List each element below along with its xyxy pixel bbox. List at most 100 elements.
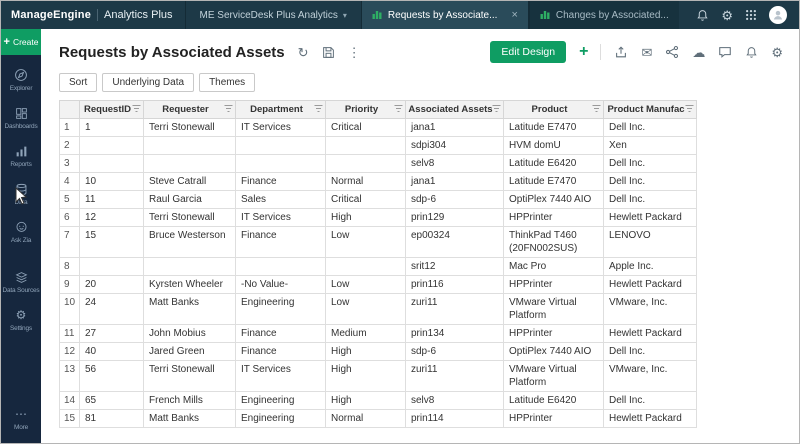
table-cell[interactable] xyxy=(325,154,406,173)
table-cell[interactable]: Terri Stonewall xyxy=(143,208,236,227)
table-cell[interactable]: zuri11 xyxy=(405,293,504,325)
table-cell[interactable]: Matt Banks xyxy=(143,293,236,325)
table-cell[interactable]: Sales xyxy=(235,190,326,209)
table-cell[interactable]: John Mobius xyxy=(143,324,236,343)
table-cell[interactable] xyxy=(143,257,236,276)
table-cell[interactable]: Normal xyxy=(325,172,406,191)
table-cell[interactable]: Latitude E6420 xyxy=(503,391,604,410)
column-filter-icon[interactable] xyxy=(224,104,233,115)
column-header[interactable]: Requester xyxy=(143,100,236,119)
table-cell[interactable]: 56 xyxy=(79,360,144,392)
table-cell[interactable] xyxy=(325,257,406,276)
refresh-icon[interactable]: ↻ xyxy=(298,46,309,59)
table-cell[interactable]: IT Services xyxy=(235,360,326,392)
sidebar-item-reports[interactable]: Reports xyxy=(1,137,41,175)
sidebar-item-data-sources[interactable]: Data Sources xyxy=(1,263,41,301)
user-avatar[interactable] xyxy=(769,6,787,24)
table-cell[interactable]: High xyxy=(325,208,406,227)
create-button[interactable]: + Create xyxy=(1,29,41,55)
sidebar-item-more[interactable]: ⋯ More xyxy=(1,400,41,438)
settings-gear-icon[interactable]: ⚙ xyxy=(721,9,733,22)
table-cell[interactable]: OptiPlex 7440 AIO xyxy=(503,342,604,361)
column-header[interactable]: Product Manufac xyxy=(603,100,697,119)
table-cell[interactable]: prin114 xyxy=(405,409,504,428)
table-cell[interactable]: Normal xyxy=(325,409,406,428)
table-cell[interactable]: prin129 xyxy=(405,208,504,227)
cloud-publish-icon[interactable]: ☁ xyxy=(692,46,705,59)
table-cell[interactable]: Mac Pro xyxy=(503,257,604,276)
add-icon[interactable]: + xyxy=(579,44,588,60)
table-cell[interactable]: Hewlett Packard xyxy=(603,208,697,227)
column-filter-icon[interactable] xyxy=(685,104,694,115)
apps-grid-icon[interactable] xyxy=(745,9,757,21)
report-tab[interactable]: Changes by Associated... xyxy=(528,1,679,29)
table-cell[interactable]: Jared Green xyxy=(143,342,236,361)
table-cell[interactable]: 11 xyxy=(79,190,144,209)
table-cell[interactable]: Matt Banks xyxy=(143,409,236,428)
table-cell[interactable] xyxy=(79,257,144,276)
table-cell[interactable]: LENOVO xyxy=(603,226,697,258)
table-cell[interactable]: Hewlett Packard xyxy=(603,324,697,343)
table-cell[interactable]: High xyxy=(325,342,406,361)
table-cell[interactable]: Engineering xyxy=(235,391,326,410)
table-cell[interactable]: 27 xyxy=(79,324,144,343)
table-cell[interactable] xyxy=(143,136,236,155)
table-cell[interactable]: VMware Virtual Platform xyxy=(503,360,604,392)
column-filter-icon[interactable] xyxy=(492,104,501,115)
table-cell[interactable]: HPPrinter xyxy=(503,409,604,428)
table-cell[interactable]: Low xyxy=(325,275,406,294)
table-cell[interactable] xyxy=(235,257,326,276)
underlying-data-button[interactable]: Underlying Data xyxy=(102,73,195,92)
table-cell[interactable]: Kyrsten Wheeler xyxy=(143,275,236,294)
table-cell[interactable] xyxy=(235,154,326,173)
table-cell[interactable]: IT Services xyxy=(235,118,326,137)
table-cell[interactable]: IT Services xyxy=(235,208,326,227)
table-cell[interactable]: Terri Stonewall xyxy=(143,360,236,392)
table-cell[interactable]: HPPrinter xyxy=(503,324,604,343)
table-cell[interactable]: Low xyxy=(325,226,406,258)
table-cell[interactable]: HPPrinter xyxy=(503,208,604,227)
workspace-selector[interactable]: ME ServiceDesk Plus Analytics ▾ xyxy=(184,1,361,29)
table-cell[interactable]: Engineering xyxy=(235,409,326,428)
table-cell[interactable] xyxy=(79,154,144,173)
table-cell[interactable] xyxy=(235,136,326,155)
table-cell[interactable]: 15 xyxy=(79,226,144,258)
table-cell[interactable]: srit12 xyxy=(405,257,504,276)
table-cell[interactable]: 12 xyxy=(79,208,144,227)
table-cell[interactable]: Xen xyxy=(603,136,697,155)
column-filter-icon[interactable] xyxy=(394,104,403,115)
table-cell[interactable]: ThinkPad T460 (20FN002SUS) xyxy=(503,226,604,258)
column-header[interactable]: Product xyxy=(503,100,604,119)
mail-icon[interactable]: ✉ xyxy=(641,46,652,59)
table-cell[interactable]: Terri Stonewall xyxy=(143,118,236,137)
table-cell[interactable]: 65 xyxy=(79,391,144,410)
table-cell[interactable]: Steve Catrall xyxy=(143,172,236,191)
column-header[interactable]: Associated Assets xyxy=(405,100,504,119)
table-cell[interactable]: Bruce Westerson xyxy=(143,226,236,258)
sidebar-item-ask-zia[interactable]: Ask Zia xyxy=(1,213,41,251)
themes-button[interactable]: Themes xyxy=(199,73,256,92)
table-cell[interactable]: Raul Garcia xyxy=(143,190,236,209)
table-cell[interactable]: 81 xyxy=(79,409,144,428)
column-filter-icon[interactable] xyxy=(314,104,323,115)
sidebar-item-explorer[interactable]: Explorer xyxy=(1,61,41,99)
table-cell[interactable]: 24 xyxy=(79,293,144,325)
table-cell[interactable]: OptiPlex 7440 AIO xyxy=(503,190,604,209)
table-cell[interactable]: High xyxy=(325,360,406,392)
table-cell[interactable]: Critical xyxy=(325,118,406,137)
table-cell[interactable]: sdp-6 xyxy=(405,342,504,361)
share-icon[interactable] xyxy=(665,45,679,59)
sidebar-item-dashboards[interactable]: Dashboards xyxy=(1,99,41,137)
table-cell[interactable]: sdpi304 xyxy=(405,136,504,155)
table-cell[interactable] xyxy=(143,154,236,173)
table-cell[interactable]: 20 xyxy=(79,275,144,294)
table-cell[interactable]: 10 xyxy=(79,172,144,191)
more-options-kebab-icon[interactable]: ⋮ xyxy=(348,46,361,59)
comment-icon[interactable] xyxy=(718,45,732,59)
column-header[interactable]: Priority xyxy=(325,100,406,119)
table-cell[interactable]: Finance xyxy=(235,226,326,258)
table-cell[interactable]: VMware, Inc. xyxy=(603,360,697,392)
table-cell[interactable]: Dell Inc. xyxy=(603,118,697,137)
table-cell[interactable]: Dell Inc. xyxy=(603,190,697,209)
table-cell[interactable]: Dell Inc. xyxy=(603,342,697,361)
